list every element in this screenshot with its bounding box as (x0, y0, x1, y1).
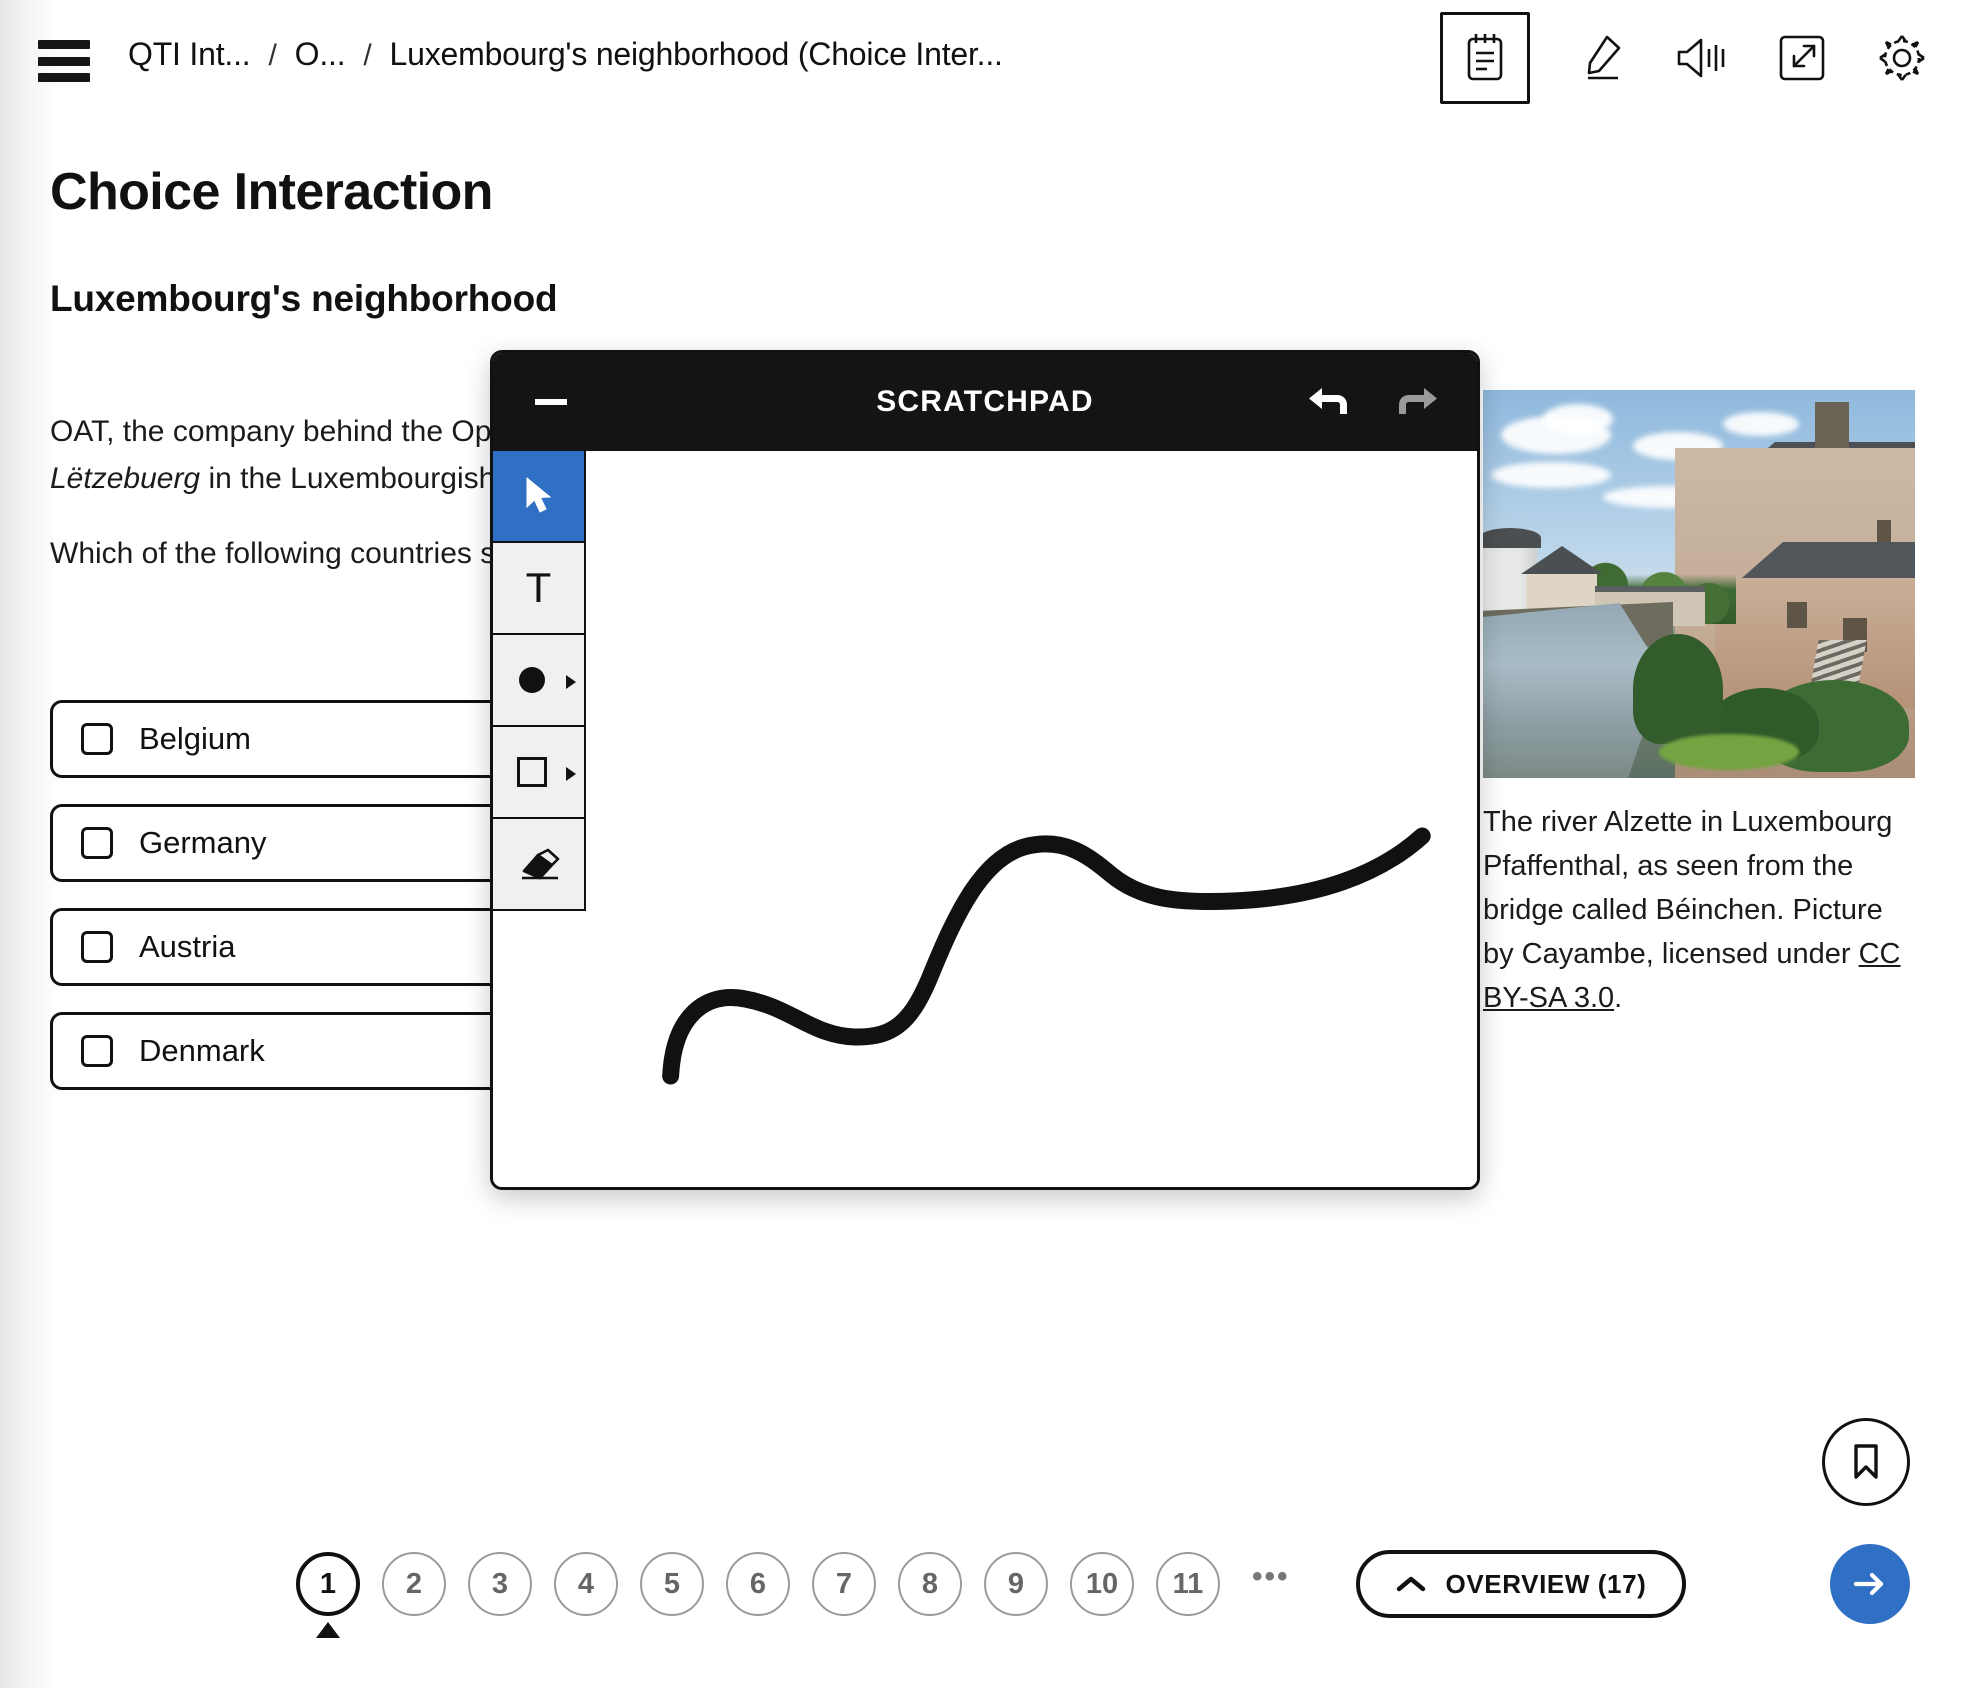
checkbox-icon[interactable] (81, 931, 113, 963)
figure: The river Alzette in Luxembourg Pfaffent… (1483, 390, 1915, 1020)
breadcrumb-item-2[interactable]: Luxembourg's neighborhood (Choice Inter.… (390, 36, 1003, 73)
overview-button-label: OVERVIEW (17) (1445, 1568, 1647, 1599)
undo-icon[interactable] (1307, 384, 1351, 420)
page-number-9[interactable]: 9 (984, 1552, 1048, 1616)
scratchpad-header: SCRATCHPAD (493, 353, 1477, 451)
square-icon (516, 757, 547, 787)
chevron-right-icon[interactable] (566, 675, 576, 689)
page-number-3[interactable]: 3 (468, 1552, 532, 1616)
redo-icon[interactable] (1395, 384, 1439, 420)
select-tool[interactable] (493, 451, 584, 543)
hamburger-menu-icon[interactable] (38, 40, 90, 82)
page-number-list: 1 2 3 4 5 6 7 8 9 10 11 ••• OVERVIEW (17… (296, 1550, 1687, 1618)
section-title: Luxembourg's neighborhood (50, 278, 558, 319)
breadcrumb: QTI Int... / O... / Luxembourg's neighbo… (128, 36, 1003, 73)
eraser-tool[interactable] (493, 819, 584, 911)
text-tool[interactable]: T (493, 543, 584, 635)
dot-icon (518, 667, 545, 693)
paragraph-intro-em-2: Lëtzebuerg (50, 462, 201, 495)
page-number-2[interactable]: 2 (382, 1552, 446, 1616)
figure-caption: The river Alzette in Luxembourg Pfaffent… (1483, 800, 1915, 1020)
settings-gear-icon[interactable] (1874, 30, 1930, 86)
luxembourg-photo (1483, 390, 1915, 778)
choice-label: Germany (139, 825, 267, 860)
assessment-page: QTI Int... / O... / Luxembourg's neighbo… (0, 0, 1966, 1688)
choice-label: Denmark (139, 1033, 265, 1068)
figure-caption-text-b: . (1614, 982, 1623, 1014)
breadcrumb-item-0[interactable]: QTI Int... (128, 36, 251, 73)
text-to-speech-icon[interactable] (1674, 30, 1730, 86)
fullscreen-icon[interactable] (1774, 30, 1830, 86)
choice-label: Austria (139, 929, 236, 964)
arrow-right-icon (1853, 1572, 1884, 1596)
breadcrumb-item-1[interactable]: O... (295, 36, 346, 73)
checkbox-icon[interactable] (81, 723, 113, 755)
shape-tool[interactable] (493, 727, 584, 819)
scratchpad-actions (1307, 384, 1439, 420)
checkbox-icon[interactable] (81, 827, 113, 859)
scratchpad-body: T (493, 451, 1477, 1187)
text-tool-label: T (525, 564, 552, 611)
page-number-6[interactable]: 6 (726, 1552, 790, 1616)
scratchpad-icon[interactable] (1440, 12, 1530, 104)
minimize-icon[interactable] (529, 380, 573, 424)
highlighter-icon[interactable] (1574, 30, 1630, 86)
checkbox-icon[interactable] (81, 1035, 113, 1067)
pagination-ellipsis: ••• (1252, 1560, 1290, 1593)
chevron-up-icon (1396, 1576, 1425, 1592)
pen-tool[interactable] (493, 635, 584, 727)
figure-caption-text-a: The river Alzette in Luxembourg Pfaffent… (1483, 806, 1893, 970)
next-button[interactable] (1830, 1544, 1910, 1624)
page-number-8[interactable]: 8 (898, 1552, 962, 1616)
top-bar: QTI Int... / O... / Luxembourg's neighbo… (0, 0, 1966, 120)
top-toolbar (1440, 12, 1930, 104)
scratchpad-canvas[interactable] (586, 451, 1477, 1187)
page-number-4[interactable]: 4 (554, 1552, 618, 1616)
page-number-10[interactable]: 10 (1070, 1552, 1134, 1616)
page-number-1[interactable]: 1 (296, 1552, 360, 1616)
breadcrumb-separator: / (363, 39, 372, 72)
pagination-bar: 1 2 3 4 5 6 7 8 9 10 11 ••• OVERVIEW (17… (0, 1524, 1966, 1644)
chevron-right-icon[interactable] (566, 767, 576, 781)
scratchpad-drawing (662, 827, 1431, 1085)
page-title: Choice Interaction (50, 163, 493, 221)
page-number-7[interactable]: 7 (812, 1552, 876, 1616)
scratchpad-toolbar: T (493, 451, 586, 911)
breadcrumb-separator: / (268, 39, 277, 72)
overview-button[interactable]: OVERVIEW (17) (1355, 1550, 1687, 1618)
bookmark-button[interactable] (1822, 1418, 1910, 1506)
page-number-5[interactable]: 5 (640, 1552, 704, 1616)
paragraph-intro-text-a: OAT, the company behind the (50, 415, 444, 448)
choice-label: Belgium (139, 721, 251, 756)
scratchpad-window[interactable]: SCRATCHPAD T (490, 350, 1480, 1190)
page-number-11[interactable]: 11 (1156, 1552, 1220, 1616)
